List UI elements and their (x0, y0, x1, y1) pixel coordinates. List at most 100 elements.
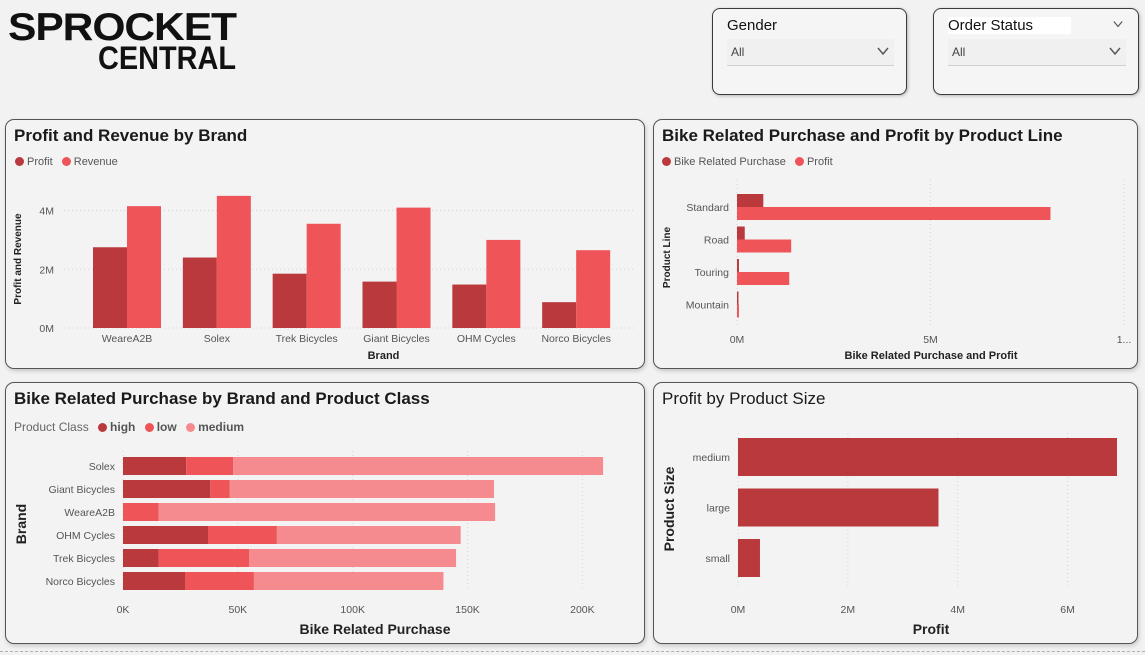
y-tick-label: WeareA2B (64, 507, 115, 519)
bar-high-solex (123, 457, 187, 475)
bar-bike-related-purchase-road (737, 226, 745, 240)
bar-profit-small (738, 539, 760, 577)
sprocket-central-logo: SPROCKET CENTRAL (8, 6, 238, 72)
y-tick-label: medium (693, 452, 731, 464)
gender-dropdown[interactable]: All (727, 39, 894, 66)
logo-line2: CENTRAL (98, 40, 236, 72)
order-status-dropdown-value: All (952, 45, 966, 59)
product-size-card: Profit by Product Size 0M 2M 4M 6M medium lar… (653, 382, 1138, 644)
bar-high-ohm-cycles (123, 526, 208, 544)
product-size-chart: 0M 2M 4M 6M medium large small Profit Product Si… (661, 433, 1117, 637)
x-tick-label: Solex (204, 333, 231, 345)
y-tick-label: small (705, 553, 730, 565)
y-tick-label: Standard (686, 202, 729, 214)
x-tick-label: OHM Cycles (457, 333, 516, 345)
x-axis-label: Brand (368, 350, 400, 362)
bar-medium-solex (233, 457, 604, 475)
bar-profit-norco-bicycles (542, 302, 577, 328)
bar-bike-related-purchase-standard (737, 194, 764, 207)
bar-low-trek-bicycles (158, 549, 250, 567)
bar-profit-mountain (737, 304, 739, 318)
bar-high-trek-bicycles (123, 549, 159, 567)
x-tick-label: 5M (923, 334, 938, 346)
x-tick-label: 50K (229, 604, 248, 616)
bar-profit-large (738, 488, 939, 527)
bar-revenue-wearea2b (127, 206, 161, 328)
bar-profit-touring (737, 272, 790, 285)
bar-profit-standard (737, 207, 1051, 220)
bar-profit-trek-bicycles (272, 273, 307, 328)
gender-slicer[interactable]: Gender All (712, 8, 907, 95)
x-tick-label: Trek Bicycles (276, 333, 338, 345)
profit-revenue-card: Profit and Revenue by Brand Profit Reven… (5, 119, 645, 369)
x-axis-label: Bike Related Purchase and Profit (845, 350, 1018, 362)
y-tick-label: Touring (695, 267, 730, 279)
y-tick-label: 2M (39, 264, 54, 276)
bar-low-norco-bicycles (185, 572, 254, 590)
y-axis-label: Product Line (662, 227, 673, 289)
x-tick-label: 0M (731, 604, 746, 616)
bar-medium-giant-bicycles (229, 480, 494, 498)
bar-bike-related-purchase-mountain (737, 291, 739, 305)
bar-high-norco-bicycles (123, 572, 186, 590)
y-axis-label: Product Size (661, 466, 677, 551)
y-tick-label: Trek Bicycles (53, 553, 115, 565)
bar-profit-giant-bicycles (362, 281, 397, 328)
y-tick-label: Norco Bicycles (46, 576, 115, 588)
bar-low-ohm-cycles (207, 526, 277, 544)
x-tick-label: 1... (1117, 334, 1132, 346)
page-divider (0, 651, 1145, 652)
brand-class-card: Bike Related Purchase by Brand and Produ… (5, 382, 645, 644)
x-tick-label: 200K (570, 604, 595, 616)
order-status-slicer-title: Order Status (948, 17, 1072, 34)
chevron-down-icon[interactable] (1112, 19, 1124, 29)
bar-medium-wearea2b (158, 503, 496, 521)
bar-profit-ohm-cycles (452, 284, 487, 328)
order-status-dropdown[interactable]: All (948, 39, 1126, 66)
y-tick-label: 4M (39, 206, 54, 218)
x-tick-label: 150K (455, 604, 480, 616)
x-tick-label: WeareA2B (102, 333, 153, 345)
x-axis-label: Profit (913, 621, 950, 637)
y-tick-label: Giant Bicycles (48, 484, 115, 496)
x-tick-label: 2M (841, 604, 856, 616)
gender-slicer-title: Gender (727, 17, 778, 34)
y-axis-label: Brand (13, 504, 29, 544)
bar-low-giant-bicycles (210, 480, 230, 498)
bar-revenue-trek-bicycles (306, 223, 341, 328)
order-status-slicer[interactable]: Order Status All (933, 8, 1139, 95)
bar-revenue-norco-bicycles (576, 250, 611, 328)
bar-low-wearea2b (123, 503, 159, 521)
chevron-down-icon (877, 47, 889, 56)
chevron-down-icon (1109, 47, 1121, 56)
y-tick-label: OHM Cycles (56, 530, 115, 542)
brand-class-chart: 0K 50K 100K 150K 200K Solex Giant Bicycles Wear… (13, 451, 604, 637)
product-line-card: Bike Related Purchase and Profit by Prod… (653, 119, 1138, 369)
bar-low-solex (186, 457, 234, 475)
y-tick-label: 0M (39, 323, 54, 335)
bar-profit-medium (738, 438, 1117, 476)
bar-profit-road (737, 239, 792, 253)
logo-graphic: SPROCKET CENTRAL (8, 6, 238, 72)
y-tick-label: Solex (89, 461, 116, 473)
product-line-chart: 0M 5M 1... Standard Road Touring Mountain Bike … (662, 180, 1132, 362)
x-axis-label: Bike Related Purchase (300, 621, 451, 637)
bar-revenue-giant-bicycles (396, 207, 431, 328)
x-tick-label: Giant Bicycles (363, 333, 430, 345)
y-tick-label: large (707, 503, 731, 515)
bar-bike-related-purchase-touring (737, 259, 739, 272)
gender-dropdown-value: All (731, 45, 745, 59)
y-tick-label: Mountain (686, 300, 729, 312)
bar-profit-wearea2b (93, 247, 127, 328)
y-tick-label: Road (704, 235, 729, 247)
x-tick-label: Norco Bicycles (541, 333, 610, 345)
x-tick-label: 4M (950, 604, 965, 616)
y-axis-label: Profit and Revenue (13, 213, 24, 305)
bar-medium-ohm-cycles (276, 526, 461, 544)
bar-medium-norco-bicycles (253, 572, 444, 590)
x-tick-label: 6M (1060, 604, 1075, 616)
x-tick-label: 0K (117, 604, 130, 616)
x-tick-label: 100K (340, 604, 365, 616)
bar-medium-trek-bicycles (249, 549, 457, 567)
x-tick-label: 0M (730, 334, 745, 346)
